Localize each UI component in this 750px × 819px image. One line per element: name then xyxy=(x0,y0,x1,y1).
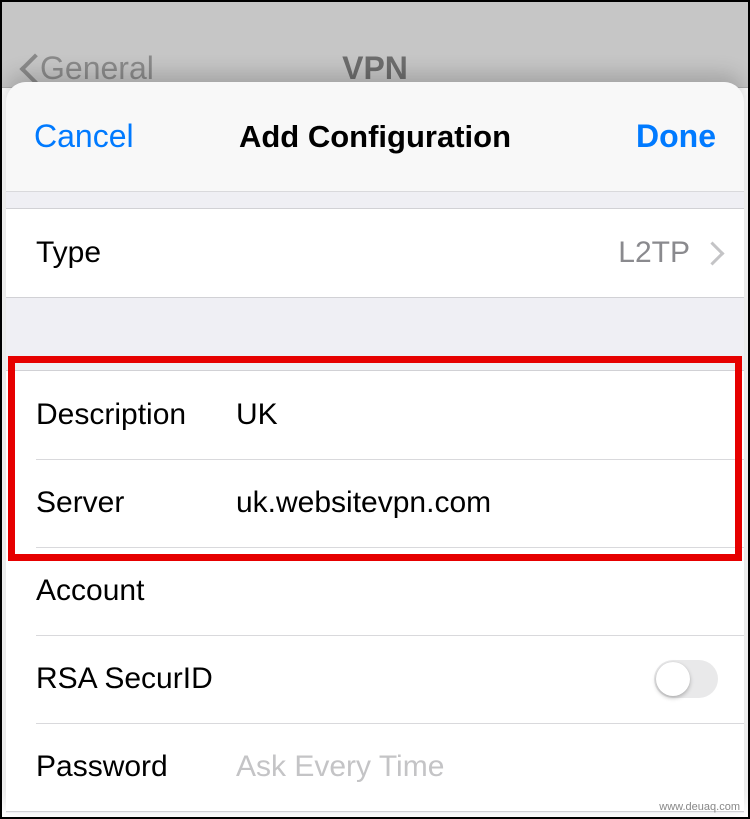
type-group: Type L2TP xyxy=(6,208,744,298)
done-button[interactable]: Done xyxy=(636,118,716,155)
account-row[interactable]: Account xyxy=(6,547,744,635)
back-label: General xyxy=(40,50,154,87)
type-value: L2TP xyxy=(618,236,690,270)
cancel-button[interactable]: Cancel xyxy=(34,118,134,155)
chevron-right-icon xyxy=(704,241,718,265)
password-row[interactable]: Password xyxy=(6,723,744,811)
type-label: Type xyxy=(36,236,618,270)
description-label: Description xyxy=(36,398,236,432)
sheet-header: Cancel Add Configuration Done xyxy=(6,82,744,192)
server-label: Server xyxy=(36,486,236,520)
background-page: General VPN xyxy=(2,2,748,88)
password-label: Password xyxy=(36,750,236,784)
config-fields-group: Description Server Account RSA SecurID P… xyxy=(6,370,744,812)
server-row[interactable]: Server xyxy=(6,459,744,547)
back-general-dimmed: General xyxy=(18,50,154,87)
account-input[interactable] xyxy=(236,574,718,608)
background-title: VPN xyxy=(342,50,408,87)
description-input[interactable] xyxy=(236,398,718,432)
password-input[interactable] xyxy=(236,750,718,784)
toggle-knob xyxy=(656,662,690,696)
server-input[interactable] xyxy=(236,486,718,520)
sheet-title: Add Configuration xyxy=(239,119,511,155)
rsa-securid-row: RSA SecurID xyxy=(6,635,744,723)
modal-sheet: Cancel Add Configuration Done Type L2TP … xyxy=(6,82,744,813)
rsa-label: RSA SecurID xyxy=(36,662,654,696)
chevron-left-icon xyxy=(18,54,34,82)
type-row[interactable]: Type L2TP xyxy=(6,209,744,297)
description-row[interactable]: Description xyxy=(6,371,744,459)
account-label: Account xyxy=(36,574,236,608)
watermark: www.deuaq.com xyxy=(659,801,740,813)
rsa-toggle[interactable] xyxy=(654,660,718,698)
